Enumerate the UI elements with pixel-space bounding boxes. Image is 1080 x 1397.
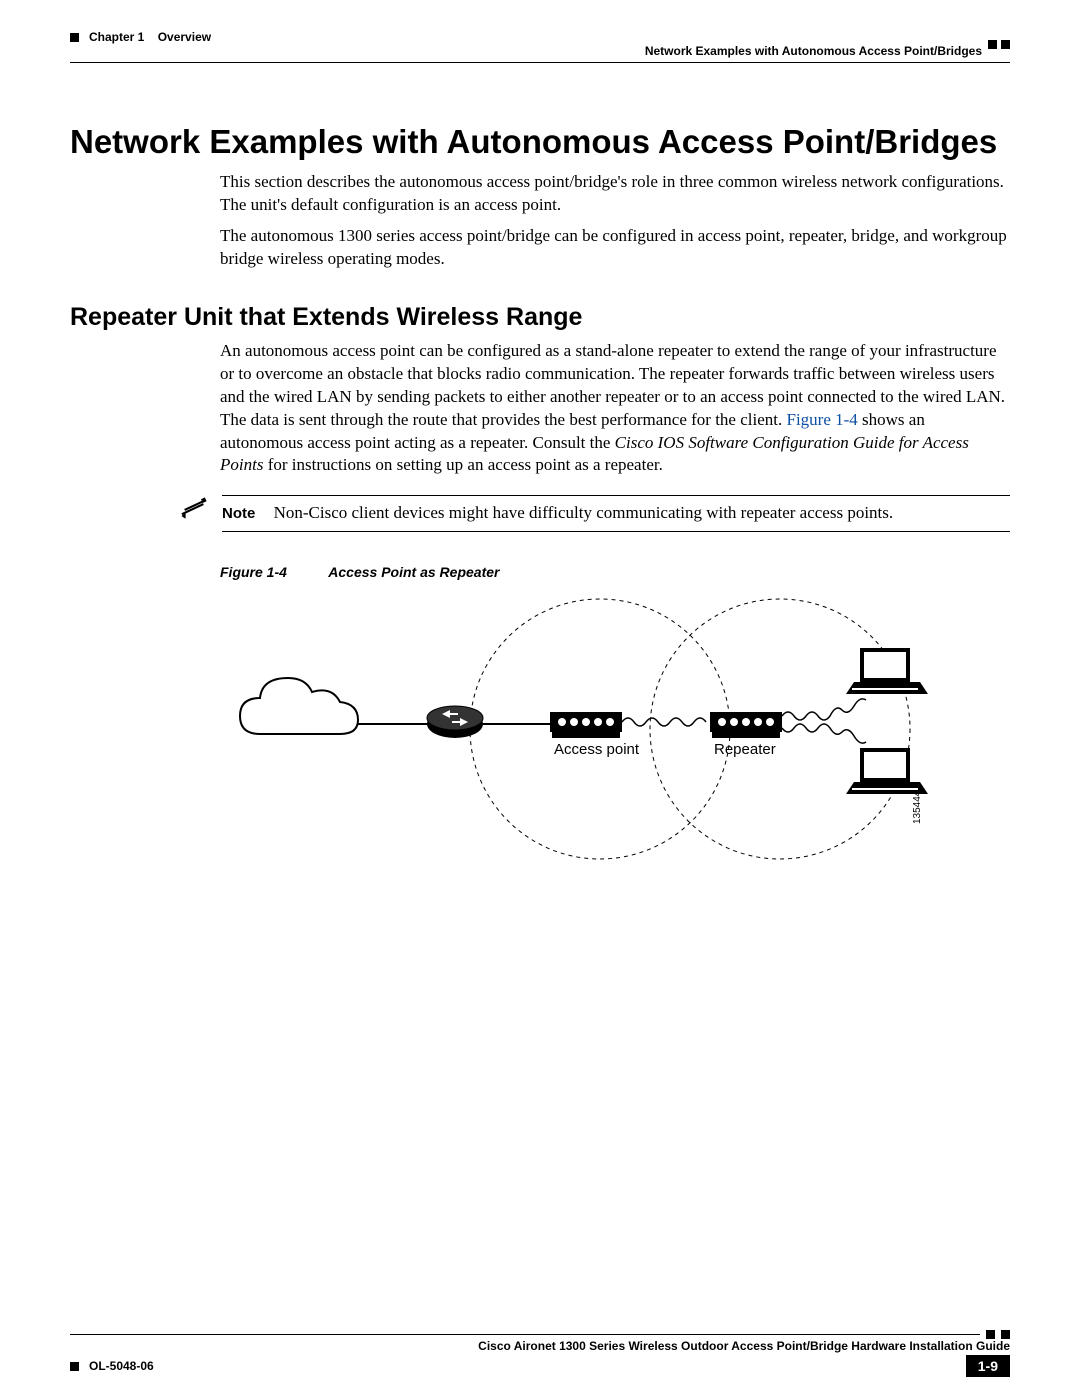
figure-image-id: 135444	[912, 791, 923, 825]
figure-reference-link[interactable]: Figure 1-4	[786, 410, 857, 429]
intro-paragraph-2: The autonomous 1300 series access point/…	[220, 225, 1010, 271]
footer-doc-number: OL-5048-06	[89, 1359, 154, 1373]
note-text: Non-Cisco client devices might have diff…	[274, 503, 894, 522]
header-decor-icon	[988, 40, 1010, 49]
cloud-icon	[240, 678, 358, 734]
section-title: Network Examples with Autonomous Access …	[645, 44, 982, 58]
page-title: Network Examples with Autonomous Access …	[70, 123, 1010, 161]
note-block: Note Non-Cisco client devices might have…	[180, 495, 1010, 532]
header-rule	[70, 62, 1010, 63]
access-point-icon	[550, 712, 622, 738]
running-header: Chapter 1 Overview Network Examples with…	[70, 30, 1010, 58]
square-bullet-icon	[70, 1362, 79, 1371]
chapter-title: Overview	[158, 30, 211, 44]
pencil-icon	[180, 495, 208, 523]
page-number: 1-9	[966, 1355, 1010, 1377]
intro-body: This section describes the autonomous ac…	[220, 171, 1010, 271]
figure-title: Access Point as Repeater	[328, 564, 499, 580]
laptop-bottom-icon	[846, 748, 928, 794]
square-bullet-icon	[986, 1330, 995, 1339]
footer-doc-title: Cisco Aironet 1300 Series Wireless Outdo…	[70, 1339, 1010, 1353]
note-label: Note	[222, 505, 255, 522]
access-point-label: Access point	[554, 741, 640, 758]
chapter-label: Chapter 1	[89, 30, 144, 44]
repeater-paragraph: An autonomous access point can be config…	[220, 340, 1010, 478]
figure-number: Figure 1-4	[220, 564, 287, 580]
header-left: Chapter 1 Overview	[70, 30, 211, 44]
repeater-body: An autonomous access point can be config…	[220, 340, 1010, 478]
figure-caption: Figure 1-4 Access Point as Repeater	[220, 564, 1010, 580]
intro-paragraph-1: This section describes the autonomous ac…	[220, 171, 1010, 217]
laptop-top-icon	[846, 648, 928, 694]
square-bullet-icon	[1001, 1330, 1010, 1339]
page-footer: Cisco Aironet 1300 Series Wireless Outdo…	[70, 1330, 1010, 1377]
router-icon	[427, 706, 483, 738]
repeater-label: Repeater	[714, 741, 776, 758]
repeater-text-c: for instructions on setting up an access…	[268, 455, 663, 474]
square-bullet-icon	[70, 33, 79, 42]
header-right: Network Examples with Autonomous Access …	[645, 30, 1010, 58]
figure-diagram: Access point Repeater	[220, 594, 1010, 879]
repeater-icon	[710, 712, 782, 738]
note-body: Note Non-Cisco client devices might have…	[222, 495, 1010, 532]
section-heading: Repeater Unit that Extends Wireless Rang…	[70, 303, 1010, 332]
page: Chapter 1 Overview Network Examples with…	[0, 0, 1080, 1397]
